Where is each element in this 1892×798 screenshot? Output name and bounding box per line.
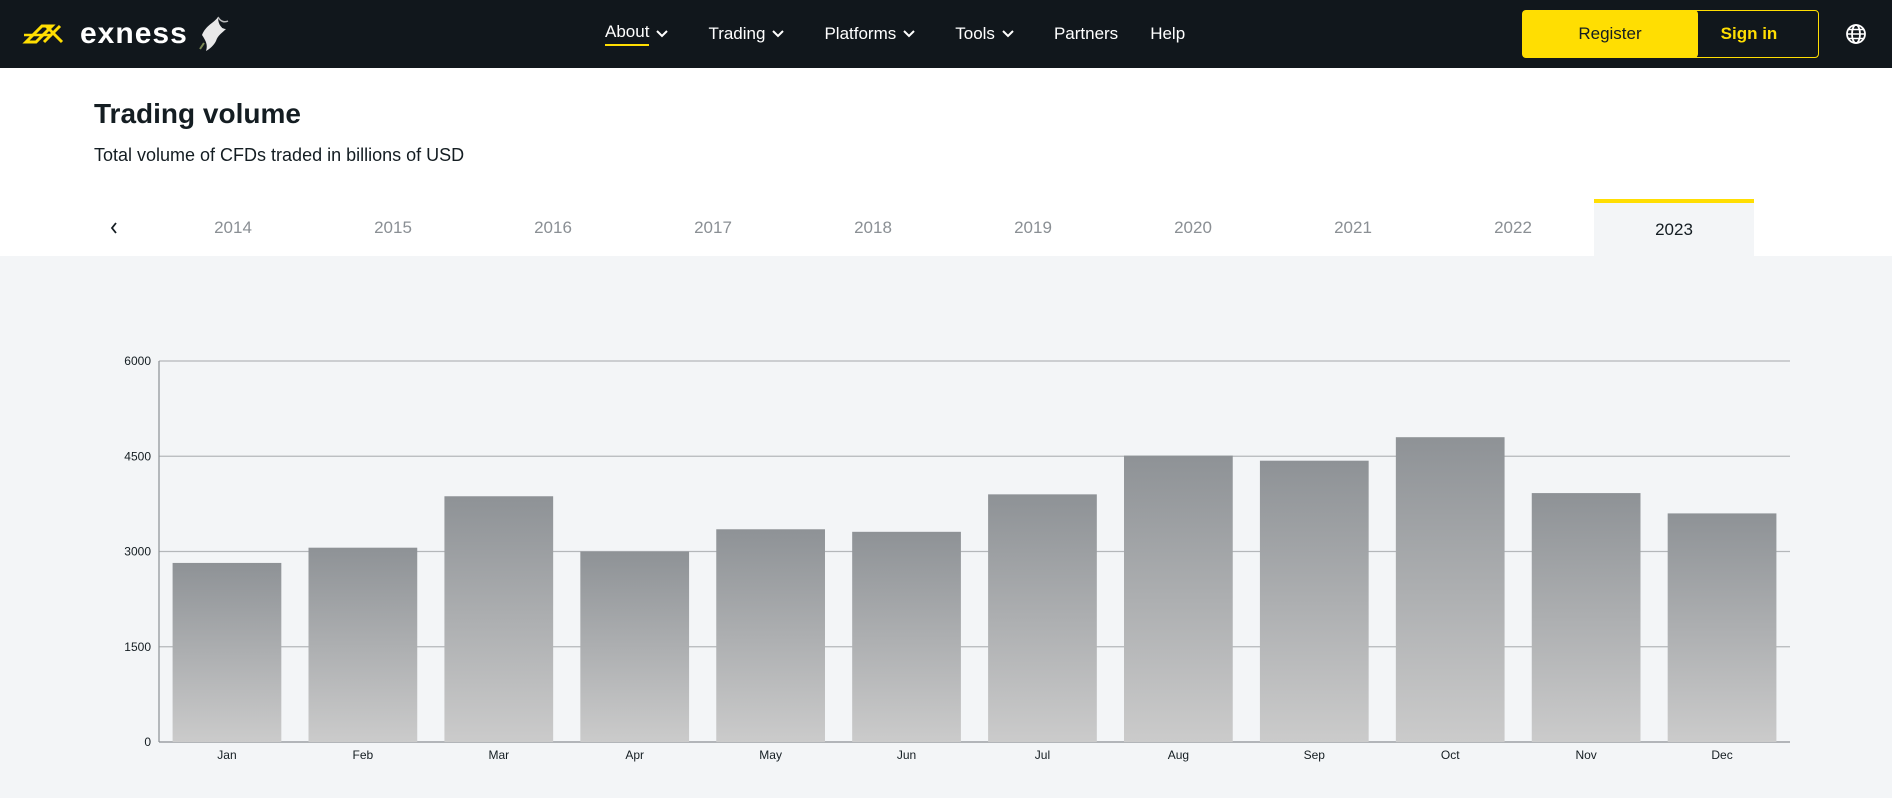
main-nav: About Trading Platforms Tools Partners H…	[605, 0, 1217, 68]
tab-year-2014[interactable]: 2014	[153, 199, 313, 256]
tabs-prev-button[interactable]	[94, 199, 134, 256]
page-subtitle: Total volume of CFDs traded in billions …	[94, 145, 465, 165]
y-tick-label: 4500	[124, 449, 151, 463]
nav-about[interactable]: About	[605, 0, 669, 68]
x-tick-label: Sep	[1304, 748, 1326, 762]
x-tick-label: Apr	[625, 748, 644, 762]
bar-sep[interactable]	[1259, 460, 1369, 742]
tab-year-2018[interactable]: 2018	[793, 199, 953, 256]
bar-dec[interactable]	[1667, 513, 1777, 742]
trading-volume-bar-chart: 0 1500 3000 4500 6000 Jan Feb Mar Apr May Jun Jul Au…	[124, 354, 1790, 762]
y-tick-label: 1500	[124, 640, 151, 654]
bar-apr[interactable]	[580, 551, 690, 743]
bar-mar[interactable]	[444, 496, 554, 742]
globe-icon[interactable]	[1844, 22, 1868, 46]
nav-platforms[interactable]: Platforms	[824, 0, 915, 68]
bar-oct[interactable]	[1395, 437, 1505, 742]
x-tick-label: Mar	[488, 748, 509, 762]
y-tick-label: 6000	[124, 354, 151, 368]
page-title: Trading volume	[94, 98, 301, 129]
bar-may[interactable]	[716, 529, 825, 742]
tab-year-2016[interactable]: 2016	[473, 199, 633, 256]
tab-year-2019[interactable]: 2019	[953, 199, 1113, 256]
exness-logo-mark-icon	[22, 24, 64, 44]
sign-in-button[interactable]: Sign in	[1679, 10, 1819, 58]
tab-year-2017[interactable]: 2017	[633, 199, 793, 256]
nav-help-label: Help	[1150, 24, 1186, 43]
nav-trading-label: Trading	[708, 24, 766, 43]
x-tick-label: Jun	[897, 748, 916, 762]
x-tick-label: Aug	[1168, 748, 1189, 762]
year-tabs: 2014 2015 2016 2017 2018 2019 2020 2021 …	[94, 199, 1754, 256]
bar-jan[interactable]	[172, 562, 282, 742]
nav-about-label: About	[605, 22, 650, 46]
chevron-down-icon	[903, 30, 915, 38]
bar-nov[interactable]	[1531, 493, 1641, 742]
chevron-down-icon	[772, 30, 785, 38]
exness-logo[interactable]: exness	[22, 14, 232, 54]
bar-jul[interactable]	[988, 494, 1097, 742]
logo-wordmark: exness	[80, 17, 188, 50]
nav-partners-label: Partners	[1053, 24, 1119, 43]
tab-year-2020[interactable]: 2020	[1113, 199, 1273, 256]
tab-year-2023[interactable]: 2023	[1594, 199, 1754, 256]
y-tick-label: 0	[144, 735, 151, 749]
bar-feb[interactable]	[308, 547, 418, 742]
register-button[interactable]: Register	[1522, 10, 1698, 58]
bar-jun[interactable]	[852, 531, 961, 742]
nav-tools[interactable]: Tools	[955, 0, 1014, 68]
top-navigation-bar: exness About Trading Platforms Tools Par…	[0, 0, 1892, 68]
x-tick-label: Feb	[353, 748, 374, 762]
bar-aug[interactable]	[1124, 455, 1233, 742]
x-tick-label: May	[759, 748, 782, 762]
chevron-left-icon	[110, 221, 117, 234]
tab-year-2021[interactable]: 2021	[1273, 199, 1433, 256]
nav-tools-label: Tools	[955, 24, 995, 43]
tab-year-2015[interactable]: 2015	[313, 199, 473, 256]
tab-year-2022[interactable]: 2022	[1433, 199, 1593, 256]
nav-help[interactable]: Help	[1150, 0, 1185, 68]
chevron-down-icon	[1002, 30, 1014, 38]
x-tick-label: Oct	[1441, 748, 1460, 762]
y-tick-label: 3000	[124, 545, 151, 559]
nav-trading[interactable]: Trading	[708, 0, 785, 68]
dove-icon	[198, 16, 229, 51]
chevron-down-icon	[656, 30, 669, 38]
x-tick-label: Jan	[217, 748, 236, 762]
nav-platforms-label: Platforms	[824, 24, 897, 43]
x-tick-label: Jul	[1035, 748, 1050, 762]
x-tick-label: Nov	[1575, 748, 1596, 762]
x-tick-label: Dec	[1711, 748, 1732, 762]
nav-partners[interactable]: Partners	[1054, 0, 1118, 68]
